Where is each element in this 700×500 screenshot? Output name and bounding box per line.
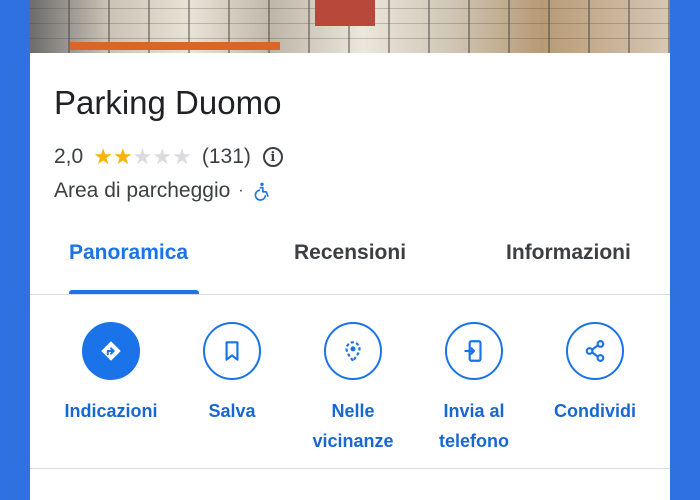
- star-icon: ★: [112, 144, 133, 169]
- nearby-button[interactable]: Nelle vicinanze: [293, 322, 413, 456]
- star-icon: ★: [93, 144, 113, 169]
- app-frame: Parking Duomo 2,0 ★ ★ ★ ★ ★ (131) i Area…: [0, 0, 700, 500]
- save-button-circle[interactable]: [203, 322, 261, 380]
- rating-row[interactable]: 2,0 ★ ★ ★ ★ ★ (131) i: [54, 143, 283, 171]
- star-icon: ★: [172, 144, 192, 169]
- rating-value: 2,0: [54, 145, 84, 168]
- share-icon: [585, 340, 605, 362]
- send-to-phone-label: Invia al telefono: [439, 396, 509, 456]
- save-label: Salva: [208, 401, 256, 421]
- place-category[interactable]: Area di parcheggio: [54, 179, 230, 203]
- photo-sign: [315, 0, 375, 26]
- tab-overview[interactable]: Panoramica: [69, 241, 188, 265]
- directions-button[interactable]: Indicazioni: [51, 322, 171, 426]
- place-photo[interactable]: [30, 0, 670, 53]
- star-rating: ★ ★ ★ ★ ★: [93, 146, 192, 168]
- action-bar: Indicazioni Salva Nelle vicinanze Invia …: [30, 322, 670, 462]
- send-to-phone-button[interactable]: Invia al telefono: [414, 322, 534, 456]
- nearby-label: Nelle vicinanze: [312, 396, 393, 456]
- star-icon: ★: [132, 144, 153, 169]
- nearby-icon: [345, 341, 361, 362]
- bookmark-icon: [225, 341, 239, 361]
- separator-dot: ·: [238, 182, 244, 199]
- nearby-label-line1: Nelle: [331, 401, 375, 421]
- share-button[interactable]: Condividi: [535, 322, 655, 426]
- active-tab-indicator: [69, 290, 199, 294]
- wheelchair-accessible-icon: [254, 182, 269, 201]
- send-to-phone-button-circle[interactable]: [445, 322, 503, 380]
- photo-barrier: [70, 42, 280, 50]
- directions-label: Indicazioni: [64, 401, 158, 421]
- send-to-phone-label-line1: Invia al: [443, 401, 505, 421]
- tab-bar: Panoramica Recensioni Informazioni: [30, 228, 670, 295]
- send-to-phone-icon: [464, 340, 482, 362]
- directions-icon: [101, 341, 121, 361]
- star-icon: ★: [152, 144, 173, 169]
- share-button-circle[interactable]: [566, 322, 624, 380]
- info-icon[interactable]: i: [262, 147, 283, 167]
- tab-reviews[interactable]: Recensioni: [294, 241, 406, 265]
- directions-button-circle[interactable]: [82, 322, 140, 380]
- send-to-phone-label-line2: telefono: [439, 431, 509, 451]
- place-title: Parking Duomo: [54, 84, 282, 121]
- category-row: Area di parcheggio ·: [54, 177, 272, 205]
- tab-about[interactable]: Informazioni: [506, 241, 631, 265]
- nearby-label-line2: vicinanze: [312, 431, 394, 451]
- section-divider: [30, 468, 670, 469]
- save-button[interactable]: Salva: [172, 322, 292, 426]
- nearby-button-circle[interactable]: [324, 322, 382, 380]
- review-count[interactable]: (131): [202, 145, 251, 169]
- place-card: Parking Duomo 2,0 ★ ★ ★ ★ ★ (131) i Area…: [30, 0, 670, 500]
- share-label: Condividi: [554, 401, 636, 421]
